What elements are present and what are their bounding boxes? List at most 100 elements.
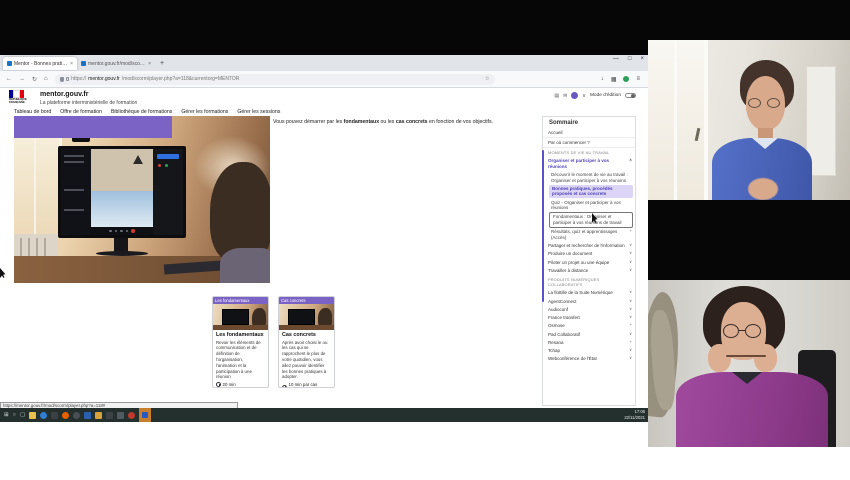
taskbar-icon-active-app[interactable] [139,408,152,422]
sidebar-item-osmose[interactable]: Osmose + [543,322,635,330]
sidebar-item-pad[interactable]: Pad Collaboratif ∨ [543,330,635,338]
tab-close-icon[interactable]: × [148,61,151,67]
header-actions: ▤ ✉ ∨ Mode d'édition [554,92,636,99]
sidebar-item-flottille[interactable]: La flottille de la Suite Numérique ∨ [543,289,635,297]
nav-manage-trainings[interactable]: Gérer les formations [181,109,228,115]
sidebar-item-produire-document[interactable]: Produire un document ∨ [543,250,635,258]
taskbar-icon-teams[interactable] [84,411,92,419]
card-text: Après avoir choisi le ou les cas qui se … [282,339,328,380]
sidebar-scroll-indicator[interactable] [542,150,544,302]
sidebar-section-header: PRODUITS NUMÉRIQUES COLLABORATIFS [548,277,600,287]
webcam-participant-1 [648,40,850,200]
taskbar-icon-app[interactable] [117,411,125,419]
cam1-glasses-left [748,98,761,108]
forward-icon[interactable]: → [19,76,25,83]
url-domain: mentor.gouv.fr [88,76,120,82]
account-icon[interactable] [623,76,630,82]
apps-grid-icon[interactable]: ▤ [554,93,559,99]
cam2-glasses-right [745,324,761,338]
sidebar-item-accueil[interactable]: Accueil [543,129,635,139]
photo-purple-banner [14,116,172,138]
sidebar-item-decouvrir[interactable]: Découvrir le moment de vie au travail : … [543,171,635,185]
sidebar-section-header: MOMENTS DE VIE AU TRAVAIL [548,149,610,155]
maximize-button[interactable]: □ [628,56,632,62]
browser-tab-strip: Mentor - Bonnes pratiques, p... × mentor… [0,55,648,71]
nav-training-offer[interactable]: Offre de formation [60,109,102,115]
taskbar-icon-app[interactable] [106,411,114,419]
extensions-icon[interactable]: ▦ [611,76,617,83]
duration-label: 20 min [222,382,236,388]
sidebar-item-audioconf[interactable]: Audioconf ∨ [543,305,635,313]
sidebar-item-france-transfert[interactable]: France transfert ∨ [543,314,635,322]
browser-toolbar: ← → ↻ ⌂ https:// mentor.gouv.fr /mod/sco… [0,71,648,88]
cam2-person-hand-right [754,344,777,372]
nav-manage-sessions[interactable]: Gérer les sessions [237,109,280,115]
close-button[interactable]: × [640,56,644,62]
card-badge: Les fondamentaux [213,297,268,304]
sidebar-item-organiser-reunions[interactable]: Organiser et participer à vos réunions ∧ [543,157,635,171]
course-hero-image [14,116,270,283]
chevron-down-icon[interactable]: ∨ [582,93,586,99]
home-icon[interactable]: ⌂ [44,76,48,83]
start-button-icon[interactable]: ⊞ [4,412,9,418]
sidebar-item-resana[interactable]: Resana + [543,339,635,347]
taskbar-icon-office[interactable] [95,411,103,419]
taskbar-icon-app[interactable] [51,411,59,419]
task-view-icon[interactable]: ▢ [20,412,25,418]
taskbar-icon-edge[interactable] [40,411,48,419]
card-thumbnail [279,304,334,330]
intro-part: ou les [379,119,396,125]
url-bar[interactable]: https:// mentor.gouv.fr /mod/scorm/playe… [54,73,495,85]
messages-icon[interactable]: ✉ [563,93,567,99]
taskbar-icon-firefox[interactable] [62,411,70,419]
edit-mode-toggle[interactable] [625,92,636,99]
photo-videoconf-panel [153,149,183,235]
card-cas-concrets: Cas concrets Cas concrets Après avoir ch… [278,296,335,388]
download-icon[interactable]: ↓ [601,76,604,82]
cam1-glasses-right [767,98,780,108]
sidebar-item-tchap[interactable]: Tchap ∨ [543,347,635,355]
taskbar-icon-app[interactable] [128,411,136,419]
sidebar-item-partager[interactable]: Partager et rechercher de l'information ∨ [543,242,635,250]
sidebar-item-quiz[interactable]: Quiz - Organiser et participer à vos réu… [543,198,635,212]
search-icon[interactable]: ○ [13,412,16,418]
tab-close-icon[interactable]: × [70,61,73,67]
new-tab-button[interactable]: + [160,60,164,67]
minimize-button[interactable]: — [613,56,619,62]
lock-icon [65,77,70,81]
bookmark-star-icon[interactable]: ☆ [485,76,490,82]
photo-person-head [210,162,270,262]
taskbar-icon-app[interactable] [73,411,81,419]
sidebar-item-travailler-distance[interactable]: Travailler à distance ∨ [543,266,635,274]
sidebar-item-resultats[interactable]: Résultats, quiz et apprentissages (Accès… [543,228,635,242]
menu-icon[interactable]: ≡ [636,76,640,82]
sidebar-item-fondamentaux-focused[interactable]: Fondamentaux : Organiser et participer à… [549,212,633,228]
video-call-canvas: Mentor - Bonnes pratiques, p... × mentor… [0,0,850,480]
windows-taskbar: ⊞ ○ ▢ 17:06 22/11/2021 [0,408,648,422]
sidebar-item-webconference[interactable]: Webconférence de l'État ∨ [543,355,635,363]
photo-monitor-stand [114,238,128,252]
intro-part: Vous pouvez démarrer par les [273,119,344,125]
card-duration: 20 min [216,382,265,387]
sidebar-item-agentconnect[interactable]: AgentConnect ∨ [543,297,635,305]
sidebar-item-piloter-projet[interactable]: Piloter un projet ou une équipe ∨ [543,258,635,266]
card-fondamentaux: Les fondamentaux Les fondamentaux Revoir… [212,296,269,388]
intro-bold-cas-concrets: cas concrets [395,119,428,125]
sidebar-item-bonnes-pratiques-current[interactable]: Bonnes pratiques, procédés proposés et c… [549,184,633,199]
cam2-person-sweater [676,372,828,447]
browser-tab-active[interactable]: Mentor - Bonnes pratiques, p... × [3,57,77,70]
sidebar-item-par-ou-commencer[interactable]: Par où commencer ? [543,138,635,148]
reload-icon[interactable]: ↻ [32,76,37,83]
tab-favicon [81,61,86,66]
nav-training-library[interactable]: Bibliothèque de formations [111,109,172,115]
site-title[interactable]: mentor.gouv.fr [40,91,88,98]
avatar[interactable] [571,92,579,99]
tab-favicon [7,61,12,66]
taskbar-icon-file-explorer[interactable] [29,411,37,419]
republique-francaise-logo: RÉPUBLIQUE FRANÇAISE [9,90,35,105]
browser-tab-2[interactable]: mentor.gouv.fr/mod/scorm/pl... × [77,57,155,70]
taskbar-clock[interactable]: 17:06 22/11/2021 [624,409,645,420]
nav-dashboard[interactable]: Tableau de bord [14,109,51,115]
back-icon[interactable]: ← [6,76,12,83]
tab-title: mentor.gouv.fr/mod/scorm/pl... [88,60,146,67]
